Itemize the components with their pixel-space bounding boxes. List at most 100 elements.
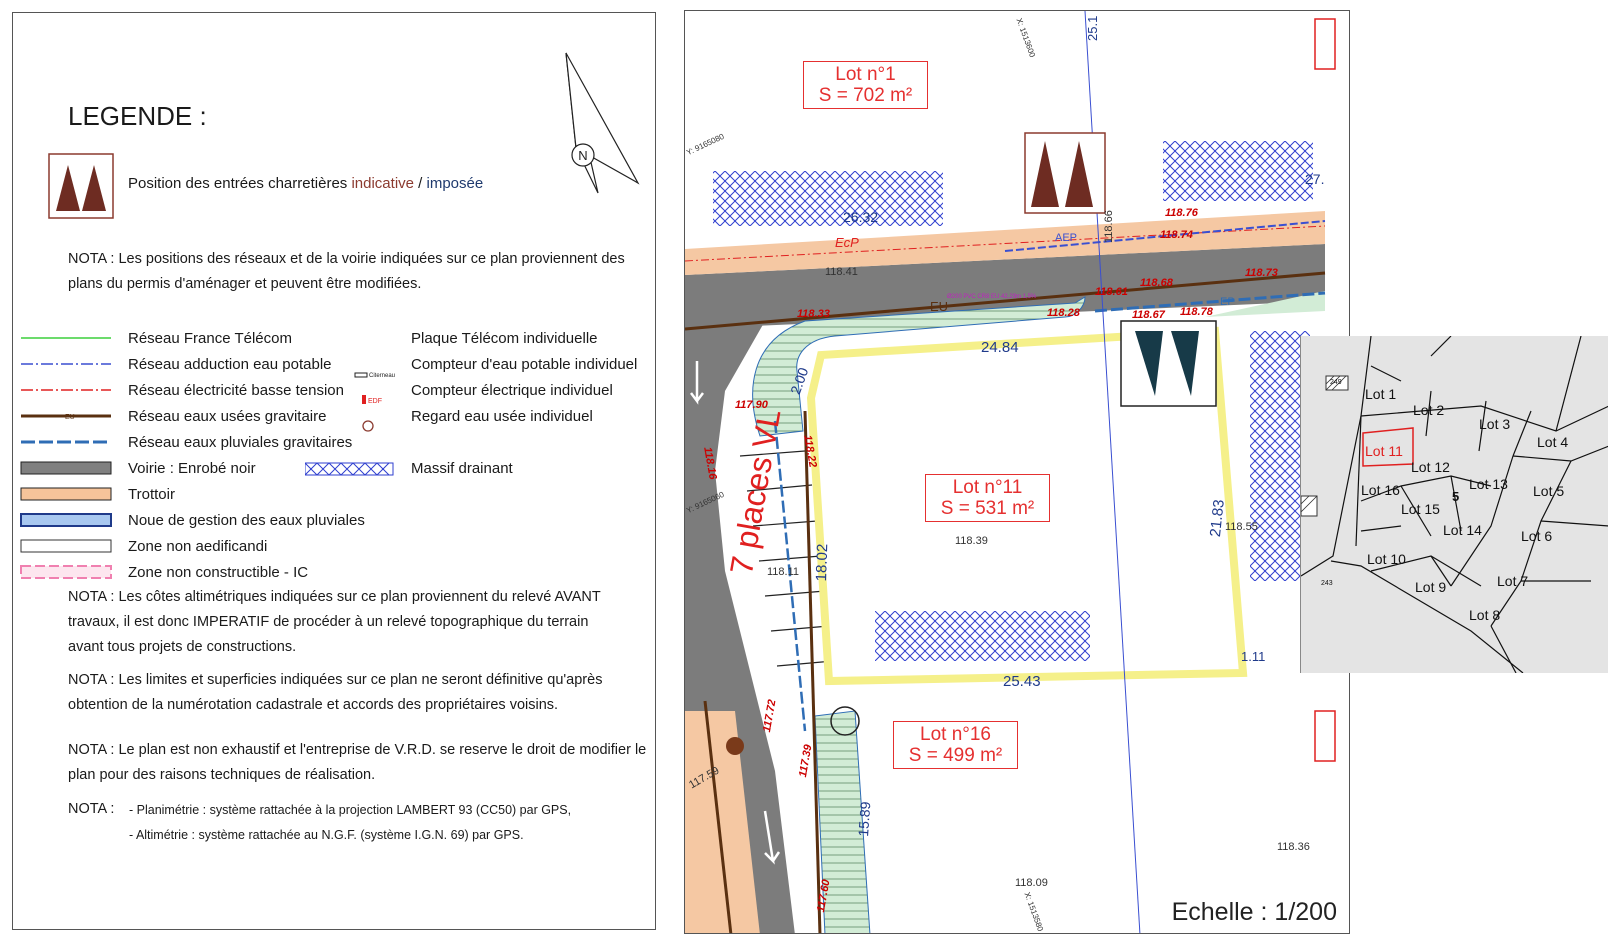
nota-altimetry-3: avant tous projets de constructions.: [68, 639, 297, 655]
elev-11873: 118.73: [1245, 267, 1278, 279]
sewage-manhole-icon: [362, 420, 374, 432]
loc-parcel-243: 243: [1321, 580, 1333, 587]
nota-plan-1: NOTA : Le plan est non exhaustif et l'en…: [68, 742, 647, 758]
loc-lot-8: Lot 8: [1469, 607, 1501, 623]
elev-11841: 118.41: [825, 266, 858, 278]
lot11-box: Lot n°11 S = 531 m²: [925, 474, 1050, 522]
legend-swale: Noue de gestion des eaux pluviales: [128, 512, 365, 529]
dim-left: 18.02: [813, 543, 832, 582]
nota-systems-1: - Planimétrie : système rattachée à la p…: [129, 803, 572, 817]
loc-lot-6: Lot 6: [1521, 528, 1553, 544]
elev-11790: 117.90: [735, 399, 768, 411]
north-label: N: [578, 148, 587, 163]
non-constructible-swatch-icon: [20, 565, 112, 579]
lot11-name: Lot n°11: [952, 477, 1023, 498]
dim-111: 1.11: [1241, 649, 1266, 664]
entrance-indicative-icon: [48, 153, 114, 219]
loc-lot-3: Lot 3: [1479, 416, 1511, 432]
loc-lot-2: Lot 2: [1413, 402, 1445, 418]
non-aedificandi-swatch-icon: [20, 539, 112, 553]
nota-plan: NOTA : Le plan est non exhaustif et l'en…: [68, 738, 668, 788]
elev-11868: 118.68: [1140, 277, 1173, 289]
dim-271: 27.: [1305, 171, 1325, 187]
loc-lot-10: Lot 10: [1367, 551, 1406, 567]
legend-drain: Massif drainant: [411, 460, 513, 477]
net-tag-ecp: EcP: [835, 235, 859, 250]
entrance-prefix: Position des entrées charretières: [128, 175, 352, 192]
loc-lot-5: Lot 5: [1533, 483, 1565, 499]
road-swatch-icon: [20, 461, 112, 475]
legend-road: Voirie : Enrobé noir: [128, 460, 256, 477]
dim-bottom: 25.43: [1003, 673, 1041, 690]
lot16-name: Lot n°16: [920, 724, 991, 745]
legend-symbols-left: EU: [20, 337, 112, 579]
loc-lot-14: Lot 14: [1443, 522, 1482, 538]
north-arrow-icon: N: [565, 52, 640, 194]
drain-top-left: [713, 171, 943, 226]
lot1-area: S = 702 m²: [818, 85, 913, 106]
site-plan-drawing: EcP EU EP AEP Ø200 PVC CR8 EU 42,29m 1,5…: [685, 11, 1336, 933]
lot1-box: Lot n°1 S = 702 m²: [803, 61, 928, 109]
loc-lot-16: Lot 16: [1361, 482, 1400, 498]
elev-11828: 118.28: [1047, 307, 1080, 319]
entrance-indicative-icon: [1024, 132, 1106, 214]
entrance-indicative: indicative: [351, 175, 414, 192]
legend-sidewalk: Trottoir: [128, 486, 175, 503]
electric-meter-tag: EDF: [368, 398, 382, 405]
nota-altimetry-1: NOTA : Les côtes altimétriques indiquées…: [68, 589, 601, 605]
legend-title: LEGENDE :: [68, 101, 207, 131]
nota-plan-2: plan pour des raisons techniques de réal…: [68, 767, 376, 783]
site-plan: EcP EU EP AEP Ø200 PVC CR8 EU 42,29m 1,5…: [684, 10, 1350, 934]
location-map-drawing: [1301, 336, 1608, 673]
nota-limits-2: obtention de la numérotation cadastrale …: [68, 697, 559, 713]
nota-altimetry: NOTA : Les côtes altimétriques indiquées…: [68, 585, 648, 660]
loc-lot-15: Lot 15: [1401, 501, 1440, 517]
legend-non-constructible: Zone non constructible - IC: [128, 564, 309, 581]
elev-11855: 118.55: [1225, 521, 1258, 533]
elev-11867: 118.67: [1132, 309, 1165, 321]
water-meter-tag: Citerneau: [369, 373, 395, 379]
net-tag-eu: EU: [930, 299, 948, 314]
manhole-icon: [726, 737, 744, 755]
nota-limits-1: NOTA : Les limites et superficies indiqu…: [68, 672, 603, 688]
elev-11833: 118.33: [797, 308, 830, 320]
elev-11866: 118.66: [1103, 210, 1115, 243]
location-map: Lot 1 Lot 2 Lot 3 Lot 4 Lot 5 Lot 6 Lot …: [1300, 336, 1608, 673]
sewage-tag: EU: [65, 414, 75, 421]
entrance-sep: /: [414, 175, 427, 192]
nota-limits: NOTA : Les limites et superficies indiqu…: [68, 668, 648, 718]
legend-non-aedificandi: Zone non aedificandi: [128, 538, 268, 555]
scale-label: Echelle : 1/200: [1171, 898, 1337, 926]
swale-swatch-icon: [20, 513, 112, 527]
legend-water-meter: Compteur d'eau potable individuel: [411, 356, 638, 373]
loc-lot-4: Lot 4: [1537, 434, 1569, 450]
legend-symbols-right: Citerneau EDF: [305, 372, 395, 476]
legend-telecom: Réseau France Télécom: [128, 330, 292, 347]
electric-meter-icon: [362, 395, 366, 404]
elev-11861: 118.61: [1095, 286, 1128, 298]
loc-lot-9: Lot 9: [1415, 579, 1447, 595]
net-tag-ep: EP: [1220, 296, 1235, 308]
elev-11809: 118.09: [1015, 877, 1048, 889]
loc-lot-7: Lot 7: [1497, 573, 1529, 589]
nota-systems-prefix: NOTA :: [68, 801, 115, 817]
legend-telecom-plate: Plaque Télécom individuelle: [411, 330, 598, 347]
loc-lot-12: Lot 12: [1411, 459, 1450, 475]
lot16-box: Lot n°16 S = 499 m²: [893, 721, 1018, 769]
lot1-name: Lot n°1: [835, 64, 896, 85]
drain-lot11: [875, 611, 1090, 661]
legend-panel: LEGENDE : N Position des entrées charret…: [12, 12, 656, 930]
lot11-area: S = 531 m²: [940, 498, 1035, 519]
elev-11878: 118.78: [1180, 306, 1213, 318]
entrance-legend: Position des entrées charretières indica…: [128, 175, 483, 192]
nota-systems-2: - Altimétrie : système rattachée au N.G.…: [129, 828, 524, 842]
dim-2632: 26.32: [843, 209, 879, 225]
entrance-imposed: imposée: [426, 175, 484, 192]
nota-networks: NOTA : Les positions des réseaux et de l…: [68, 251, 625, 292]
dim-1589: 15.89: [855, 801, 874, 838]
drain-top-right: [1163, 141, 1313, 201]
pvc-note: Ø200 PVC CR8 EU 42,29m 1,5%: [947, 294, 1037, 300]
loc-lot-11: Lot 11: [1365, 443, 1403, 459]
elev-11811: 118.11: [767, 566, 800, 578]
elev-11839: 118.39: [955, 535, 988, 547]
